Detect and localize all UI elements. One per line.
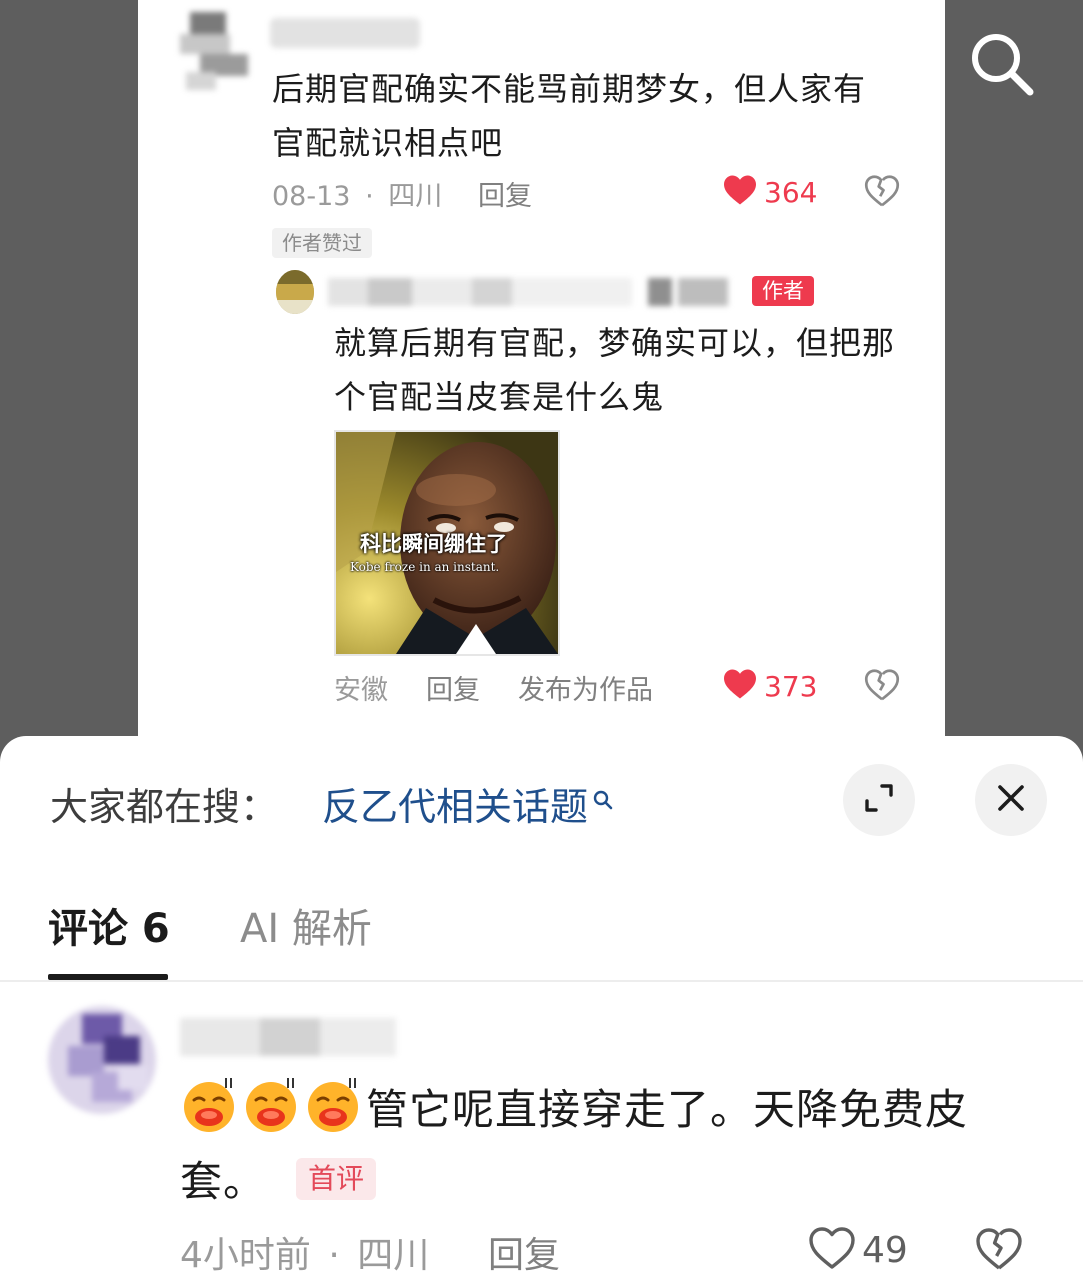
hot-search-link[interactable]: 反乙代相关话题: [322, 776, 614, 831]
publish-as-work-button[interactable]: 发布为作品: [518, 668, 653, 707]
comment-text: 后期官配确实不能骂前期梦女，但人家有官配就识相点吧: [272, 70, 867, 162]
broken-heart-icon: [975, 1228, 1023, 1276]
meme-caption-en: Kobe froze in an instant.: [350, 560, 500, 574]
like-count: 49: [862, 1229, 908, 1271]
heart-filled-icon: [722, 668, 758, 704]
close-icon: [995, 782, 1027, 818]
tongue-emoji: [242, 1076, 300, 1134]
comment-location: 四川: [388, 181, 443, 212]
like-button[interactable]: 364: [722, 174, 817, 210]
comment-date: 08-13: [272, 181, 351, 212]
comment-meta: 08-13 · 四川: [272, 174, 448, 213]
like-count: 364: [764, 175, 818, 209]
dislike-button[interactable]: [864, 174, 900, 212]
reply-button[interactable]: 回复: [478, 174, 532, 213]
tongue-emoji: [180, 1076, 238, 1134]
commenter-name-blurred[interactable]: [180, 1018, 396, 1058]
dislike-button[interactable]: [864, 668, 900, 706]
divider: [0, 980, 1083, 982]
author-name-blurred[interactable]: [328, 278, 746, 306]
hot-search-topic[interactable]: 反乙代相关话题: [322, 776, 588, 831]
meme-caption-cn: 科比瞬间绷住了: [360, 531, 507, 556]
reply-meta: 安徽 回复 发布为作品: [334, 668, 653, 707]
hot-search-label: 大家都在搜：: [50, 785, 279, 829]
tongue-emoji: [304, 1076, 362, 1134]
video-background: 后期官配确实不能骂前期梦女，但人家有官配就识相点吧 08-13 · 四川 回复 …: [0, 0, 1083, 760]
broken-heart-icon: [864, 175, 900, 212]
comment-content: 管它呢直接穿走了。天降免费皮套。 首评: [180, 1074, 1030, 1218]
reply-text: 就算后期有官配，梦确实可以，但把那个官配当皮套是什么鬼: [334, 324, 896, 416]
author-liked-badge: 作者赞过: [272, 228, 372, 258]
commenter-avatar[interactable]: [180, 12, 250, 92]
comments-sheet: 大家都在搜： 反乙代相关话题 评论 6 AI 解析 管它呢直接穿走了。天降免费皮…: [0, 736, 1083, 1280]
first-comment-badge: 首评: [296, 1158, 377, 1200]
small-search-icon: [592, 776, 614, 820]
commenter-avatar[interactable]: [48, 1006, 156, 1114]
comment-location: 四川: [357, 1235, 430, 1276]
reply-meme-image[interactable]: 科比瞬间绷住了 Kobe froze in an instant.: [334, 430, 560, 656]
tab-comments[interactable]: 评论 6: [48, 896, 170, 954]
commenter-name-blurred[interactable]: [270, 18, 420, 48]
close-button[interactable]: [975, 764, 1047, 836]
like-button[interactable]: 373: [722, 668, 817, 704]
meta-separator: ·: [328, 1235, 340, 1276]
reply-button[interactable]: 回复: [426, 668, 480, 707]
expand-button[interactable]: [843, 764, 915, 836]
heart-outline-icon: [808, 1226, 856, 1274]
like-button[interactable]: 49: [808, 1226, 908, 1274]
reply-button[interactable]: 回复: [488, 1226, 560, 1278]
expand-icon: [862, 781, 896, 819]
tab-ai-analysis[interactable]: AI 解析: [240, 896, 372, 954]
like-count: 373: [764, 669, 818, 703]
heart-filled-icon: [722, 174, 758, 210]
comment-meta: 4小时前 · 四川: [180, 1226, 435, 1278]
dislike-button[interactable]: [975, 1226, 1023, 1276]
broken-heart-icon: [864, 669, 900, 706]
author-avatar[interactable]: [276, 270, 314, 314]
screenshot-card: 后期官配确实不能骂前期梦女，但人家有官配就识相点吧 08-13 · 四川 回复 …: [138, 0, 945, 760]
search-icon[interactable]: [966, 28, 1038, 100]
comment-time: 4小时前: [180, 1235, 311, 1276]
meta-separator: ·: [365, 181, 374, 212]
reply-location: 安徽: [334, 675, 388, 706]
author-badge: 作者: [752, 276, 814, 306]
